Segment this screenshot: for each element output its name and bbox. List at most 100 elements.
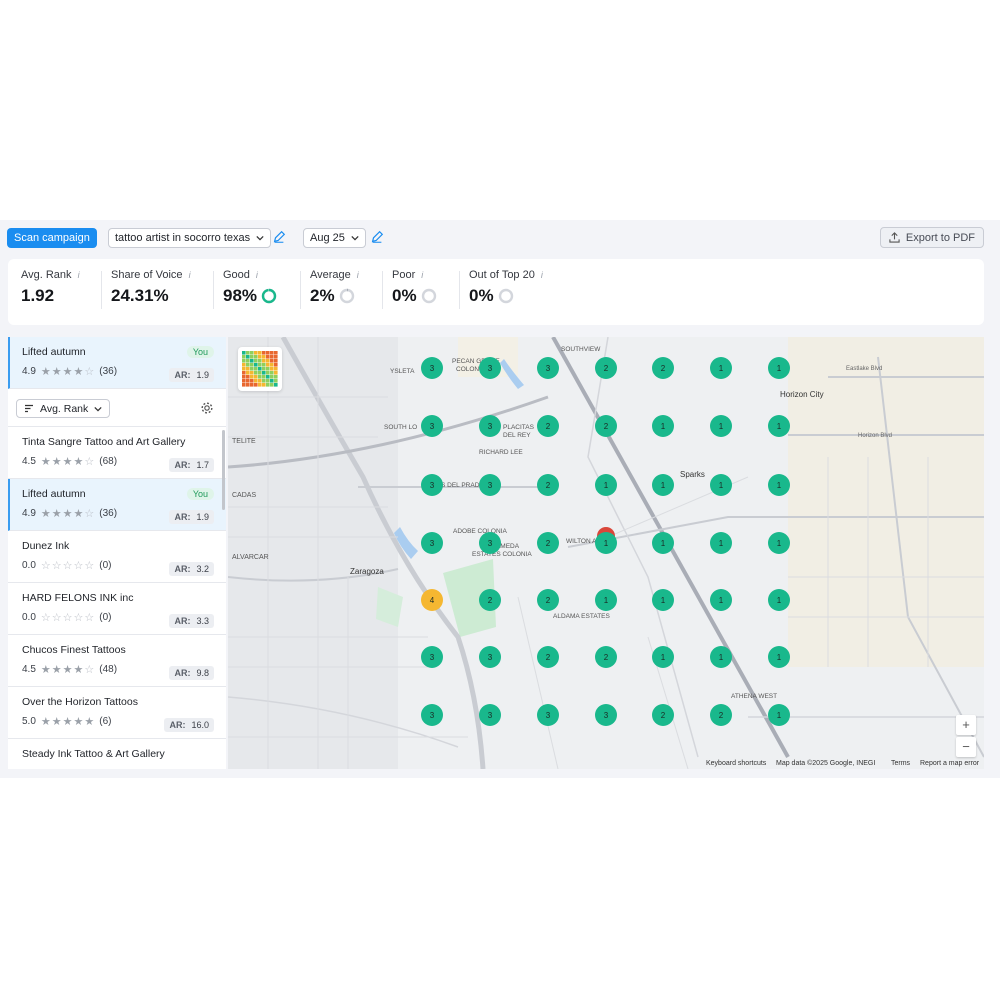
keyboard-shortcuts-link[interactable]: Keyboard shortcuts (706, 760, 766, 767)
business-list-item[interactable]: HARD FELONS INK inc 0.0 ☆☆☆☆☆ (0) AR: 3.3 (8, 583, 226, 635)
rank-marker[interactable]: 1 (768, 704, 790, 726)
rank-marker-value: 1 (777, 653, 782, 662)
rank-marker[interactable]: 1 (768, 646, 790, 668)
rank-marker[interactable]: 2 (652, 357, 674, 379)
metric-value: 2% (310, 286, 335, 305)
info-icon[interactable]: i (541, 270, 543, 280)
info-icon[interactable]: i (189, 270, 191, 280)
rank-marker[interactable]: 1 (595, 474, 617, 496)
rank-marker[interactable]: 1 (768, 357, 790, 379)
rank-marker[interactable]: 3 (595, 704, 617, 726)
sidebar-scrollbar[interactable] (222, 430, 225, 510)
rank-marker[interactable]: 3 (479, 646, 501, 668)
rank-marker[interactable]: 3 (479, 532, 501, 554)
rank-marker[interactable]: 1 (652, 646, 674, 668)
rank-marker[interactable]: 2 (479, 589, 501, 611)
business-list-item[interactable]: Chucos Finest Tattoos 4.5 ★★★★☆ (48) AR: 9.8 (8, 635, 226, 687)
rank-marker[interactable]: 1 (768, 474, 790, 496)
rank-marker[interactable]: 2 (537, 415, 559, 437)
business-rating: 0.0 (22, 560, 36, 571)
terms-link[interactable]: Terms (891, 760, 910, 767)
sort-dropdown[interactable]: Avg. Rank (16, 399, 111, 418)
export-icon (889, 232, 900, 243)
info-icon[interactable]: i (256, 270, 258, 280)
keyword-select[interactable]: tattoo artist in socorro texas (108, 228, 272, 248)
rank-marker[interactable]: 1 (710, 532, 732, 554)
rank-marker[interactable]: 2 (595, 415, 617, 437)
rank-marker[interactable]: 2 (595, 646, 617, 668)
rank-marker[interactable]: 1 (652, 474, 674, 496)
metric-value: 1.92 (21, 286, 55, 305)
rank-marker-value: 3 (430, 711, 435, 720)
rank-marker[interactable]: 1 (710, 474, 732, 496)
business-list-item[interactable]: Tinta Sangre Tattoo and Art Gallery 4.5 ★★… (8, 427, 226, 479)
ar-label: AR: (174, 512, 191, 522)
metric-value: 98% (223, 286, 258, 305)
rank-marker[interactable]: 3 (537, 704, 559, 726)
rank-marker[interactable]: 1 (710, 646, 732, 668)
info-icon[interactable]: i (78, 270, 80, 280)
rank-marker[interactable]: 3 (421, 415, 443, 437)
rank-marker[interactable]: 2 (652, 704, 674, 726)
star-rating-icon: ★★★★★ (40, 716, 96, 728)
metric-poor: Poor i 0% (382, 269, 437, 317)
sort-label: Avg. Rank (40, 402, 89, 415)
metric-value: 0% (392, 286, 417, 305)
info-icon[interactable]: i (357, 270, 359, 280)
rank-marker[interactable]: 4 (421, 589, 443, 611)
rank-marker[interactable]: 3 (479, 704, 501, 726)
rank-marker-value: 2 (661, 711, 666, 720)
rank-marker[interactable]: 3 (479, 415, 501, 437)
ar-label: AR: (169, 720, 186, 730)
rank-marker[interactable]: 2 (537, 532, 559, 554)
edit-date-icon[interactable] (370, 230, 384, 244)
business-list-item[interactable]: Steady Ink Tattoo & Art Gallery ☆☆☆☆☆ (8, 739, 226, 769)
rank-marker[interactable]: 3 (537, 357, 559, 379)
you-badge: You (186, 346, 214, 358)
zoom-out-button[interactable]: − (956, 737, 976, 757)
metric-label: Avg. Rank (21, 269, 72, 281)
rank-marker[interactable]: 2 (595, 357, 617, 379)
rank-marker[interactable]: 3 (421, 704, 443, 726)
scan-campaign-button[interactable]: Scan campaign (7, 228, 97, 248)
business-list-item[interactable]: Dunez Ink 0.0 ☆☆☆☆☆ (0) AR: 3.2 (8, 531, 226, 583)
export-pdf-button[interactable]: Export to PDF (879, 227, 984, 248)
rank-marker[interactable]: 3 (421, 357, 443, 379)
rank-marker-value: 3 (604, 711, 609, 720)
date-select[interactable]: Aug 25 (303, 228, 366, 248)
rank-marker[interactable]: 3 (421, 646, 443, 668)
gear-icon[interactable] (200, 401, 214, 415)
rank-marker[interactable]: 3 (421, 474, 443, 496)
rank-marker[interactable]: 1 (768, 415, 790, 437)
rank-marker[interactable]: 1 (652, 415, 674, 437)
pinned-business[interactable]: Lifted autumn 4.9 ★★★★☆ (36) You AR: 1.9 (8, 337, 226, 389)
average-rank-badge: AR: 1.7 (169, 458, 214, 472)
business-list-item[interactable]: Over the Horizon Tattoos 5.0 ★★★★★ (6) AR: 16… (8, 687, 226, 739)
rank-marker[interactable]: 2 (710, 704, 732, 726)
rank-marker[interactable]: 1 (710, 589, 732, 611)
business-rating: 5.0 (22, 716, 36, 727)
rank-marker[interactable]: 2 (537, 474, 559, 496)
rank-marker[interactable]: 1 (768, 589, 790, 611)
rank-marker[interactable]: 1 (595, 589, 617, 611)
rank-marker[interactable]: 2 (537, 589, 559, 611)
rank-marker[interactable]: 3 (479, 474, 501, 496)
ar-value: 1.7 (196, 460, 209, 470)
rank-marker[interactable]: 1 (710, 415, 732, 437)
info-icon[interactable]: i (421, 270, 423, 280)
business-rating: 4.9 (22, 508, 36, 519)
rank-marker[interactable]: 1 (595, 532, 617, 554)
map-view[interactable]: SOUTHVIEW PECAN GROVE YSLETA COLONIA Hor… (228, 337, 984, 769)
rank-marker[interactable]: 1 (652, 532, 674, 554)
report-map-error-link[interactable]: Report a map error (920, 760, 979, 767)
rank-marker[interactable]: 3 (421, 532, 443, 554)
business-list-item[interactable]: Lifted autumn 4.9 ★★★★☆ (36) You AR: 1.9 (8, 479, 226, 531)
edit-keyword-icon[interactable] (272, 230, 286, 244)
rank-marker[interactable]: 1 (768, 532, 790, 554)
rank-marker[interactable]: 1 (652, 589, 674, 611)
rank-marker[interactable]: 3 (479, 357, 501, 379)
rank-marker[interactable]: 2 (537, 646, 559, 668)
chevron-down-icon (94, 406, 102, 411)
zoom-in-button[interactable]: + (956, 715, 976, 735)
rank-marker[interactable]: 1 (710, 357, 732, 379)
